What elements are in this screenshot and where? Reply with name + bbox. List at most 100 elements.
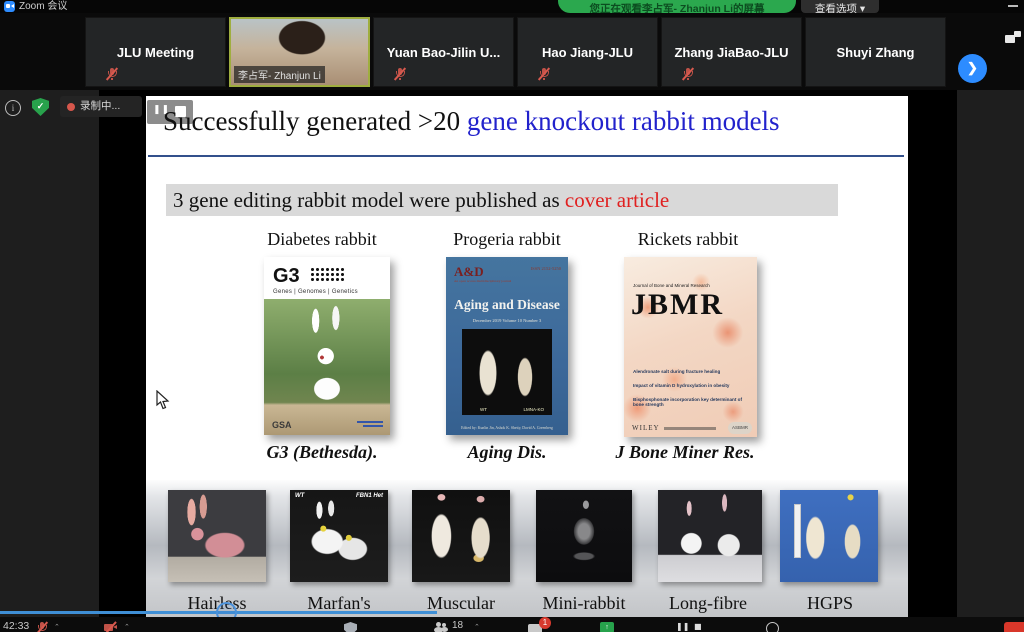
journal-caption-jbmr: J Bone Miner Res. bbox=[590, 442, 780, 463]
title-divider bbox=[148, 155, 904, 157]
participants-count: 18 bbox=[452, 620, 463, 631]
participant-name: Hao Jiang-JLU bbox=[518, 45, 657, 60]
rabbit-shape bbox=[512, 345, 538, 409]
model-label-hgps: HGPS bbox=[765, 593, 895, 614]
ad-issn: ISSN 2152-5250 bbox=[531, 266, 561, 271]
cover-label-rickets: Rickets rabbit bbox=[603, 229, 773, 250]
recording-indicator[interactable]: 录制中... bbox=[60, 96, 142, 117]
view-options-button[interactable]: 查看选项 ▾ bbox=[801, 0, 879, 13]
participants-button[interactable] bbox=[434, 622, 448, 632]
participant-tile[interactable]: Shuyi Zhang bbox=[805, 17, 946, 87]
muted-mic-icon bbox=[538, 67, 550, 82]
stop-recording-button[interactable]: ■ bbox=[694, 622, 702, 631]
journal-cover-jbmr: Journal of Bone and Mineral Research JBM… bbox=[624, 257, 757, 437]
participant-tile[interactable]: Hao Jiang-JLU bbox=[517, 17, 658, 87]
jbmr-masthead: JBMR bbox=[631, 288, 724, 322]
participant-tile-video[interactable]: 李占军- Zhanjun Li bbox=[229, 17, 370, 87]
participant-name: Yuan Bao-Jilin U... bbox=[374, 45, 513, 60]
slide-title-blue: gene knockout rabbit models bbox=[467, 106, 780, 136]
meeting-toolbar: 42:33 ⌃ ⌃ 18 ⌃ 1 ↑ ❚❚ ■ bbox=[0, 617, 1024, 632]
muted-mic-icon bbox=[394, 67, 406, 82]
muted-mic-icon bbox=[106, 67, 118, 82]
minimize-icon[interactable] bbox=[1008, 5, 1018, 7]
model-photo-long-fibre bbox=[658, 490, 762, 582]
journal-caption-aging: Aging Dis. bbox=[412, 442, 602, 463]
cover-label-progeria: Progeria rabbit bbox=[422, 229, 592, 250]
meeting-timer: 42:33 bbox=[3, 620, 29, 632]
pause-recording-button[interactable]: ❚❚ bbox=[676, 622, 689, 631]
mic-options-caret[interactable]: ⌃ bbox=[54, 623, 60, 631]
g3-tagline: Genes | Genomes | Genetics bbox=[273, 289, 358, 295]
model-photo-marfans: WT FBN1 Het bbox=[290, 490, 388, 582]
recording-label: 录制中... bbox=[80, 96, 120, 117]
zoom-meeting-window: Zoom 会议 您正在观看李占军- Zhanjun Li的屏幕 查看选项 ▾ J… bbox=[0, 0, 1024, 632]
participant-name: Shuyi Zhang bbox=[806, 45, 945, 60]
next-participants-button[interactable]: ❯ bbox=[958, 54, 987, 83]
ad-editors-line: Edited by: Kunlin Jin, Ashok K. Shetty, … bbox=[446, 426, 568, 430]
wt-tag: WT bbox=[295, 493, 304, 499]
model-photo-hairless bbox=[168, 490, 266, 582]
reactions-button[interactable] bbox=[766, 622, 779, 632]
stop-video-button[interactable] bbox=[104, 622, 119, 632]
participant-name: 李占军- Zhanjun Li bbox=[234, 66, 325, 83]
view-layout-icon[interactable] bbox=[1005, 31, 1021, 43]
participant-name: Zhang JiaBao-JLU bbox=[662, 45, 801, 60]
chevron-down-icon: ▾ bbox=[860, 3, 865, 13]
jbmr-headline: Bisphosphonate incorporation key determi… bbox=[633, 397, 745, 407]
viewing-screen-banner: 您正在观看李占军- Zhanjun Li的屏幕 bbox=[558, 0, 796, 13]
participant-tile[interactable]: JLU Meeting bbox=[85, 17, 226, 87]
ad-wt-label: WT bbox=[480, 407, 487, 412]
participant-name: JLU Meeting bbox=[86, 45, 225, 60]
ad-ko-label: LMNA-KO bbox=[523, 407, 544, 412]
ad-issue-line: December 2019 Volume 10 Number 3 bbox=[446, 318, 568, 323]
model-label-mini-rabbit: Mini-rabbit bbox=[519, 593, 649, 614]
zoom-app-icon bbox=[4, 1, 15, 12]
jbmr-footer-text-line bbox=[664, 427, 716, 430]
mouse-cursor bbox=[156, 390, 170, 415]
participant-tile[interactable]: Yuan Bao-Jilin U... bbox=[373, 17, 514, 87]
rabbit-shape bbox=[474, 337, 502, 409]
shared-screen-area: ❚❚ Successfully generated >20 gene knock… bbox=[0, 90, 1024, 617]
journal-caption-g3: G3 (Bethesda). bbox=[227, 442, 417, 463]
participant-video-thumbnail bbox=[266, 17, 338, 63]
ad-masthead-subtitle: An open access multidisciplinary journal bbox=[454, 279, 511, 283]
model-photo-hgps bbox=[780, 490, 878, 582]
g3-logo: G3 bbox=[273, 265, 300, 288]
jbmr-headline: Alendronate salt during fracture healing bbox=[633, 369, 745, 374]
record-dot-icon bbox=[67, 103, 75, 111]
cover-label-diabetes: Diabetes rabbit bbox=[237, 229, 407, 250]
ad-rabbits-photo: WT LMNA-KO bbox=[462, 329, 552, 415]
model-photo-muscular bbox=[412, 490, 510, 582]
leave-meeting-button[interactable] bbox=[1004, 622, 1024, 632]
video-options-caret[interactable]: ⌃ bbox=[124, 623, 130, 631]
slide-title: Successfully generated >20 gene knockout… bbox=[163, 106, 903, 137]
up-arrow-icon: ↑ bbox=[605, 624, 609, 631]
ad-masthead: A&D bbox=[454, 264, 484, 280]
mute-button[interactable] bbox=[36, 621, 48, 632]
share-screen-button[interactable]: ↑ bbox=[600, 622, 614, 632]
info-icon[interactable]: i bbox=[5, 100, 21, 116]
title-bar: Zoom 会议 您正在观看李占军- Zhanjun Li的屏幕 查看选项 ▾ bbox=[0, 0, 1024, 13]
g3-publisher: GSA bbox=[272, 420, 292, 430]
g3-dot-matrix bbox=[310, 267, 344, 283]
slide-title-black: Successfully generated >20 bbox=[163, 106, 460, 136]
view-options-label: 查看选项 bbox=[815, 3, 857, 13]
g3-issue-text-line bbox=[357, 421, 383, 423]
fbn1-het-tag: FBN1 Het bbox=[356, 493, 383, 499]
jbmr-publisher: WILEY bbox=[632, 424, 660, 432]
model-photo-mini-rabbit bbox=[536, 490, 632, 582]
g3-issue-text-line bbox=[363, 425, 383, 427]
muted-mic-icon bbox=[682, 67, 694, 82]
g3-rabbit-photo bbox=[264, 299, 390, 435]
participant-tile[interactable]: Zhang JiaBao-JLU bbox=[661, 17, 802, 87]
jbmr-society-logo: ASBMR bbox=[728, 422, 752, 434]
participants-caret[interactable]: ⌃ bbox=[474, 623, 480, 631]
security-shield-icon[interactable]: ✓ bbox=[32, 98, 49, 116]
model-label-long-fibre: Long-fibre bbox=[643, 593, 773, 614]
ad-title: Aging and Disease bbox=[446, 297, 568, 313]
app-title: Zoom 会议 bbox=[19, 0, 67, 13]
presentation-slide: ❚❚ Successfully generated >20 gene knock… bbox=[146, 96, 908, 617]
security-button[interactable] bbox=[344, 622, 357, 632]
subtitle-black: 3 gene editing rabbit model were publish… bbox=[173, 188, 560, 212]
ruler-shape bbox=[794, 504, 801, 558]
